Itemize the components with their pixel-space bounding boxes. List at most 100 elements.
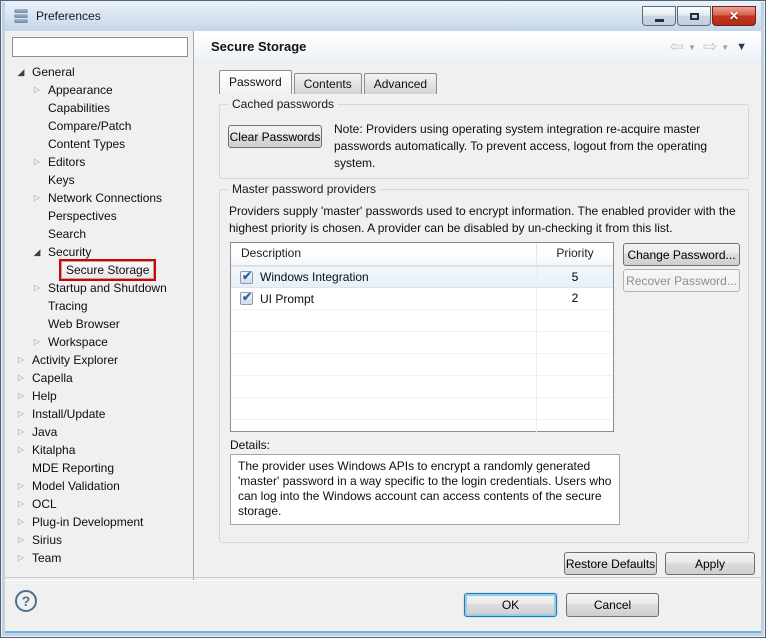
tree-item-team[interactable]: ▷Team: [5, 549, 192, 567]
tree-collapsed-icon[interactable]: ▷: [13, 477, 29, 495]
title-bar[interactable]: Preferences ✕: [2, 2, 764, 32]
minimize-icon: [655, 19, 664, 22]
ok-button[interactable]: OK: [464, 593, 557, 617]
forward-history-caret-icon[interactable]: ▼: [721, 43, 729, 52]
tree-collapsed-icon[interactable]: ▷: [13, 531, 29, 549]
tree-item-general[interactable]: ◢General: [5, 63, 192, 81]
filter-input[interactable]: [12, 37, 188, 57]
tree-item-content-types[interactable]: Content Types: [5, 135, 192, 153]
master-providers-legend: Master password providers: [228, 182, 380, 196]
tree-expanded-icon[interactable]: ◢: [13, 63, 29, 81]
tree-item-label: Plug-in Development: [29, 513, 146, 531]
app-icon: [13, 9, 29, 25]
provider-checkbox[interactable]: [240, 271, 253, 284]
provider-row-windows-integration[interactable]: Windows Integration 5: [231, 266, 613, 288]
tree-item-label: Network Connections: [45, 189, 165, 207]
tree-collapsed-icon[interactable]: ▷: [13, 369, 29, 387]
tree-item-label: Sirius: [29, 531, 65, 549]
column-header-priority[interactable]: Priority: [537, 243, 613, 265]
tree-item-label: Secure Storage: [59, 259, 156, 281]
tab-advanced[interactable]: Advanced: [364, 73, 437, 94]
cancel-button[interactable]: Cancel: [566, 593, 659, 617]
tab-contents[interactable]: Contents: [294, 73, 362, 94]
tree-item-startup-and-shutdown[interactable]: ▷Startup and Shutdown: [5, 279, 192, 297]
tree-item-keys[interactable]: Keys: [5, 171, 192, 189]
tree-item-kitalpha[interactable]: ▷Kitalpha: [5, 441, 192, 459]
tree-item-compare-patch[interactable]: Compare/Patch: [5, 117, 192, 135]
minimize-button[interactable]: [642, 6, 676, 26]
tree-item-label: General: [29, 63, 78, 81]
close-button[interactable]: ✕: [712, 6, 756, 26]
tree-item-plug-in-development[interactable]: ▷Plug-in Development: [5, 513, 192, 531]
empty-table-row: [231, 398, 613, 420]
provider-description-cell: Windows Integration: [231, 267, 536, 287]
tree-collapsed-icon[interactable]: ▷: [29, 279, 45, 297]
tree-item-activity-explorer[interactable]: ▷Activity Explorer: [5, 351, 192, 369]
change-password-button[interactable]: Change Password...: [623, 243, 740, 266]
tree-item-capabilities[interactable]: Capabilities: [5, 99, 192, 117]
empty-table-row: [231, 310, 613, 332]
tree-item-perspectives[interactable]: Perspectives: [5, 207, 192, 225]
provider-checkbox[interactable]: [240, 292, 253, 305]
provider-priority-cell: 5: [536, 267, 613, 287]
tree-item-java[interactable]: ▷Java: [5, 423, 192, 441]
forward-arrow-icon[interactable]: ⇨: [703, 37, 717, 57]
column-header-description[interactable]: Description: [231, 243, 537, 265]
providers-table[interactable]: Description Priority Windows Integration…: [230, 242, 614, 432]
tree-collapsed-icon[interactable]: ▷: [29, 189, 45, 207]
tree-item-mde-reporting[interactable]: MDE Reporting: [5, 459, 192, 477]
maximize-button[interactable]: [677, 6, 711, 26]
tree-item-web-browser[interactable]: Web Browser: [5, 315, 192, 333]
view-menu-caret-icon[interactable]: ▼: [736, 41, 747, 53]
details-text: The provider uses Windows APIs to encryp…: [230, 454, 620, 525]
tree-collapsed-icon[interactable]: ▷: [13, 441, 29, 459]
back-arrow-icon[interactable]: ⇦: [670, 37, 684, 57]
tree-item-label: Compare/Patch: [45, 117, 134, 135]
tree-item-secure-storage[interactable]: Secure Storage: [5, 261, 192, 279]
tree-item-model-validation[interactable]: ▷Model Validation: [5, 477, 192, 495]
bottom-bar: ? OK Cancel: [5, 581, 761, 631]
apply-button[interactable]: Apply: [665, 552, 755, 575]
tree-collapsed-icon[interactable]: ▷: [13, 405, 29, 423]
tree-collapsed-icon[interactable]: ▷: [13, 495, 29, 513]
provider-name: Windows Integration: [260, 270, 369, 284]
tab-password[interactable]: Password: [219, 70, 292, 94]
help-button[interactable]: ?: [15, 590, 37, 612]
tree-collapsed-icon[interactable]: ▷: [13, 423, 29, 441]
tree-item-sirius[interactable]: ▷Sirius: [5, 531, 192, 549]
tree-collapsed-icon[interactable]: ▷: [29, 333, 45, 351]
tree-item-label: Startup and Shutdown: [45, 279, 170, 297]
tree-item-install-update[interactable]: ▷Install/Update: [5, 405, 192, 423]
tree-item-help[interactable]: ▷Help: [5, 387, 192, 405]
tree-collapsed-icon[interactable]: ▷: [13, 351, 29, 369]
tree-item-ocl[interactable]: ▷OCL: [5, 495, 192, 513]
tree-collapsed-icon[interactable]: ▷: [13, 549, 29, 567]
restore-defaults-button[interactable]: Restore Defaults: [564, 552, 657, 575]
tree-item-appearance[interactable]: ▷Appearance: [5, 81, 192, 99]
tree-item-network-connections[interactable]: ▷Network Connections: [5, 189, 192, 207]
tree-collapsed-icon[interactable]: ▷: [29, 153, 45, 171]
tree-item-tracing[interactable]: Tracing: [5, 297, 192, 315]
tree-item-label: Install/Update: [29, 405, 108, 423]
tree-item-label: Kitalpha: [29, 441, 78, 459]
tree-item-search[interactable]: Search: [5, 225, 192, 243]
tree-collapsed-icon[interactable]: ▷: [29, 81, 45, 99]
tree-item-label: OCL: [29, 495, 60, 513]
preferences-tree: ◢General▷AppearanceCapabilitiesCompare/P…: [5, 63, 192, 580]
tree-item-label: Capabilities: [45, 99, 113, 117]
tree-item-label: Help: [29, 387, 60, 405]
tree-expanded-icon[interactable]: ◢: [29, 243, 45, 261]
provider-row-ui-prompt[interactable]: UI Prompt2: [231, 288, 613, 310]
provider-name: UI Prompt: [260, 292, 314, 306]
tree-item-label: Tracing: [45, 297, 91, 315]
tree-item-workspace[interactable]: ▷Workspace: [5, 333, 192, 351]
tree-item-capella[interactable]: ▷Capella: [5, 369, 192, 387]
tree-collapsed-icon[interactable]: ▷: [13, 387, 29, 405]
tree-collapsed-icon[interactable]: ▷: [13, 513, 29, 531]
empty-table-row: [231, 376, 613, 398]
tree-item-editors[interactable]: ▷Editors: [5, 153, 192, 171]
back-history-caret-icon[interactable]: ▼: [688, 43, 696, 52]
window-controls: ✕: [641, 6, 756, 26]
clear-passwords-button[interactable]: Clear Passwords: [228, 125, 322, 148]
page-header: Secure Storage ⇦ ▼ ⇨ ▼ ▼: [194, 31, 761, 64]
